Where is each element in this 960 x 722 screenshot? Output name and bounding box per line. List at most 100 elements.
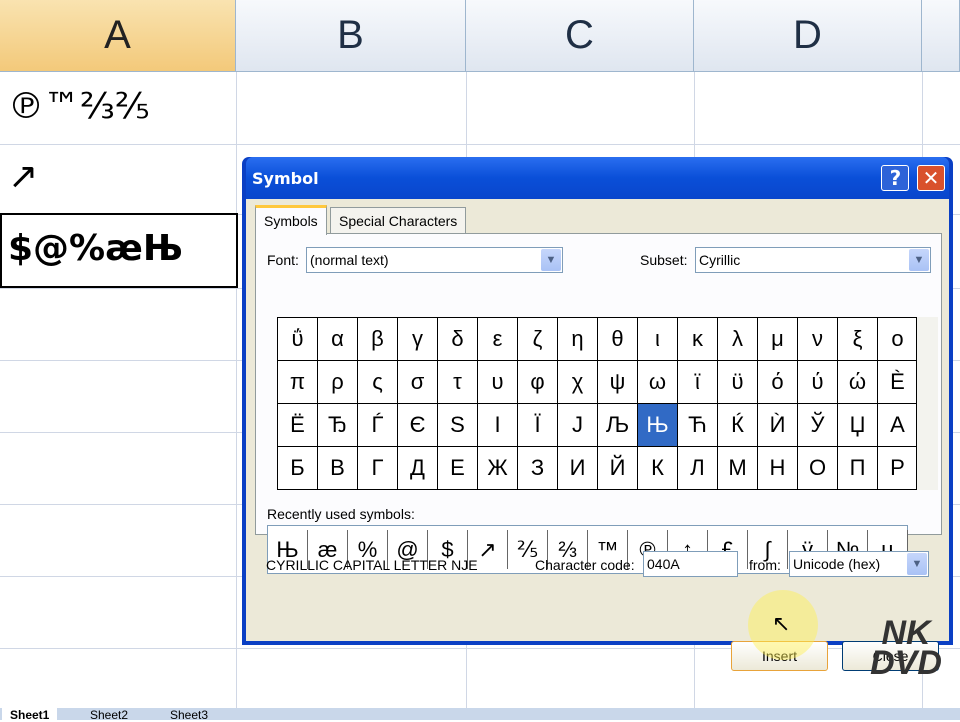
symbol-cell[interactable]: Ї [518,404,558,447]
symbol-cell[interactable]: λ [718,318,758,361]
symbol-cell[interactable]: Р [878,447,918,490]
symbol-cell[interactable]: Ў [798,404,838,447]
column-header-a[interactable]: A [0,0,236,72]
symbol-cell[interactable]: З [518,447,558,490]
subset-value: Cyrillic [699,252,741,268]
dialog-title: Symbol [252,168,319,188]
symbol-cell[interactable]: Ћ [678,404,718,447]
symbol-cell[interactable]: ν [798,318,838,361]
symbol-cell[interactable]: ΰ [278,318,318,361]
symbol-cell[interactable]: ϊ [678,361,718,404]
symbol-cell[interactable]: І [478,404,518,447]
symbol-cell[interactable]: ο [878,318,918,361]
subset-select[interactable]: Cyrillic ▼ [695,247,931,273]
symbol-cell[interactable]: Л [678,447,718,490]
symbol-grid-scrollbar[interactable] [917,317,938,490]
column-header-c[interactable]: C [466,0,694,72]
symbol-cell[interactable]: Н [758,447,798,490]
symbol-cell[interactable]: В [318,447,358,490]
symbol-cell[interactable]: ζ [518,318,558,361]
symbol-cell[interactable]: θ [598,318,638,361]
tab-special-characters[interactable]: Special Characters [330,207,467,233]
symbol-cell[interactable]: κ [678,318,718,361]
character-code-input[interactable]: 040A [643,551,738,577]
column-header-b[interactable]: B [236,0,466,72]
symbol-cell[interactable]: О [798,447,838,490]
symbol-cell[interactable]: К [638,447,678,490]
recent-label: Recently used symbols: [267,506,415,522]
symbol-cell[interactable]: ε [478,318,518,361]
symbol-cell[interactable]: Ѝ [758,404,798,447]
symbol-cell[interactable]: А [878,404,918,447]
chevron-down-icon: ▼ [907,553,927,575]
symbol-cell[interactable]: ς [358,361,398,404]
symbol-cell[interactable]: σ [398,361,438,404]
symbol-cell[interactable]: ό [758,361,798,404]
symbol-cell[interactable]: τ [438,361,478,404]
symbol-cell[interactable]: α [318,318,358,361]
help-button[interactable]: ? [881,165,910,191]
symbol-cell[interactable]: Ж [478,447,518,490]
symbol-cell[interactable]: ω [638,361,678,404]
symbol-cell[interactable]: μ [758,318,798,361]
dialog-title-bar[interactable]: Symbol ? ✕ [246,157,949,199]
grid-line [0,144,960,145]
symbol-cell[interactable]: ψ [598,361,638,404]
font-value: (normal text) [310,252,389,268]
symbol-cell[interactable]: Є [398,404,438,447]
symbol-cell[interactable]: Ј [558,404,598,447]
symbol-cell[interactable]: ι [638,318,678,361]
symbol-cell[interactable]: М [718,447,758,490]
symbol-cell[interactable]: υ [478,361,518,404]
symbol-cell[interactable]: ρ [318,361,358,404]
character-name: CYRILLIC CAPITAL LETTER NJE [266,557,478,573]
symbol-cell[interactable]: ξ [838,318,878,361]
symbol-cell[interactable]: ύ [798,361,838,404]
symbol-cell[interactable]: Й [598,447,638,490]
subset-label: Subset: [640,252,688,268]
symbol-cell[interactable]: Г [358,447,398,490]
symbol-cell[interactable]: χ [558,361,598,404]
grid-line [236,72,237,708]
symbol-cell[interactable]: Ѐ [878,361,918,404]
from-label: from: [749,557,781,573]
symbol-cell[interactable]: Љ [598,404,638,447]
symbol-cell[interactable]: β [358,318,398,361]
symbol-cell[interactable]: Е [438,447,478,490]
close-icon[interactable]: ✕ [917,165,945,191]
cell-a1[interactable]: ℗™⅔⅖ [8,86,150,127]
mouse-cursor-icon: ↖ [772,612,791,637]
symbol-grid[interactable]: ΰαβγδεζηθικλμνξο πρςστυφχψωϊϋόύώЀ ЁЂЃЄЅІЇЈ… [277,317,918,490]
symbol-cell[interactable]: П [838,447,878,490]
symbol-cell[interactable]: Њ [638,404,678,447]
symbol-cell[interactable]: И [558,447,598,490]
from-select[interactable]: Unicode (hex) ▼ [789,551,929,577]
character-code-label: Character code: [535,557,635,573]
column-header-e[interactable] [922,0,960,72]
symbol-cell[interactable]: δ [438,318,478,361]
watermark-logo: NK DVD [870,614,942,682]
symbol-cell[interactable]: γ [398,318,438,361]
font-label: Font: [267,252,299,268]
symbol-cell[interactable]: ώ [838,361,878,404]
symbol-cell[interactable]: ϋ [718,361,758,404]
cell-a2[interactable]: ↗ [8,156,38,197]
symbol-cell[interactable]: φ [518,361,558,404]
column-header-d[interactable]: D [694,0,922,72]
symbol-cell[interactable]: Ѕ [438,404,478,447]
symbol-cell[interactable]: Б [278,447,318,490]
symbol-cell[interactable]: Ё [278,404,318,447]
symbol-cell[interactable]: Ѓ [358,404,398,447]
symbol-dialog: Symbol ? ✕ Symbols Special Characters Fo… [242,157,953,671]
symbol-cell[interactable]: Д [398,447,438,490]
tab-symbols[interactable]: Symbols [255,205,327,235]
symbol-cell[interactable]: π [278,361,318,404]
from-value: Unicode (hex) [793,556,881,572]
font-select[interactable]: (normal text) ▼ [306,247,563,273]
symbol-cell[interactable]: Ќ [718,404,758,447]
active-cell-border [0,213,238,288]
symbol-cell[interactable]: Ђ [318,404,358,447]
symbol-cell[interactable]: η [558,318,598,361]
symbol-cell[interactable]: Џ [838,404,878,447]
chevron-down-icon: ▼ [541,249,561,271]
